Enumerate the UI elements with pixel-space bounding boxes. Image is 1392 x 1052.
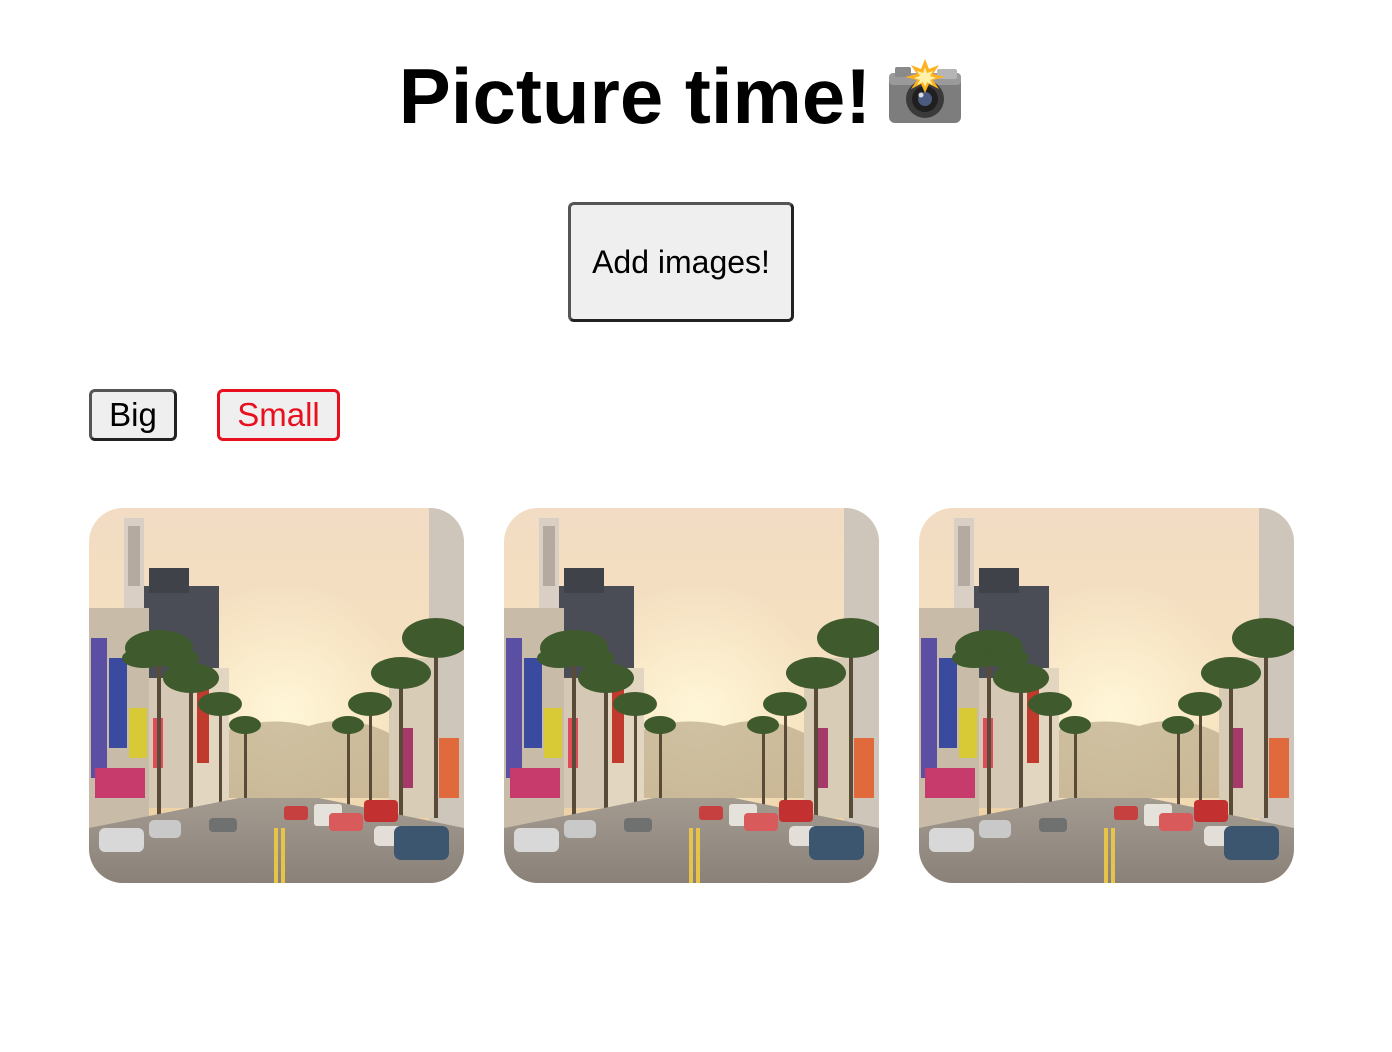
page-title-text: Picture time! (398, 52, 872, 140)
page-title: Picture time! (0, 50, 1364, 146)
camera-flash-icon (885, 54, 965, 146)
size-big-button[interactable]: Big (89, 389, 177, 441)
gallery-image[interactable] (89, 508, 464, 883)
gallery-image[interactable] (919, 508, 1294, 883)
street-photo (919, 508, 1294, 883)
size-small-button[interactable]: Small (217, 389, 340, 441)
add-images-button[interactable]: Add images! (568, 202, 794, 322)
street-photo (504, 508, 879, 883)
gallery-image[interactable] (504, 508, 879, 883)
street-photo (89, 508, 464, 883)
